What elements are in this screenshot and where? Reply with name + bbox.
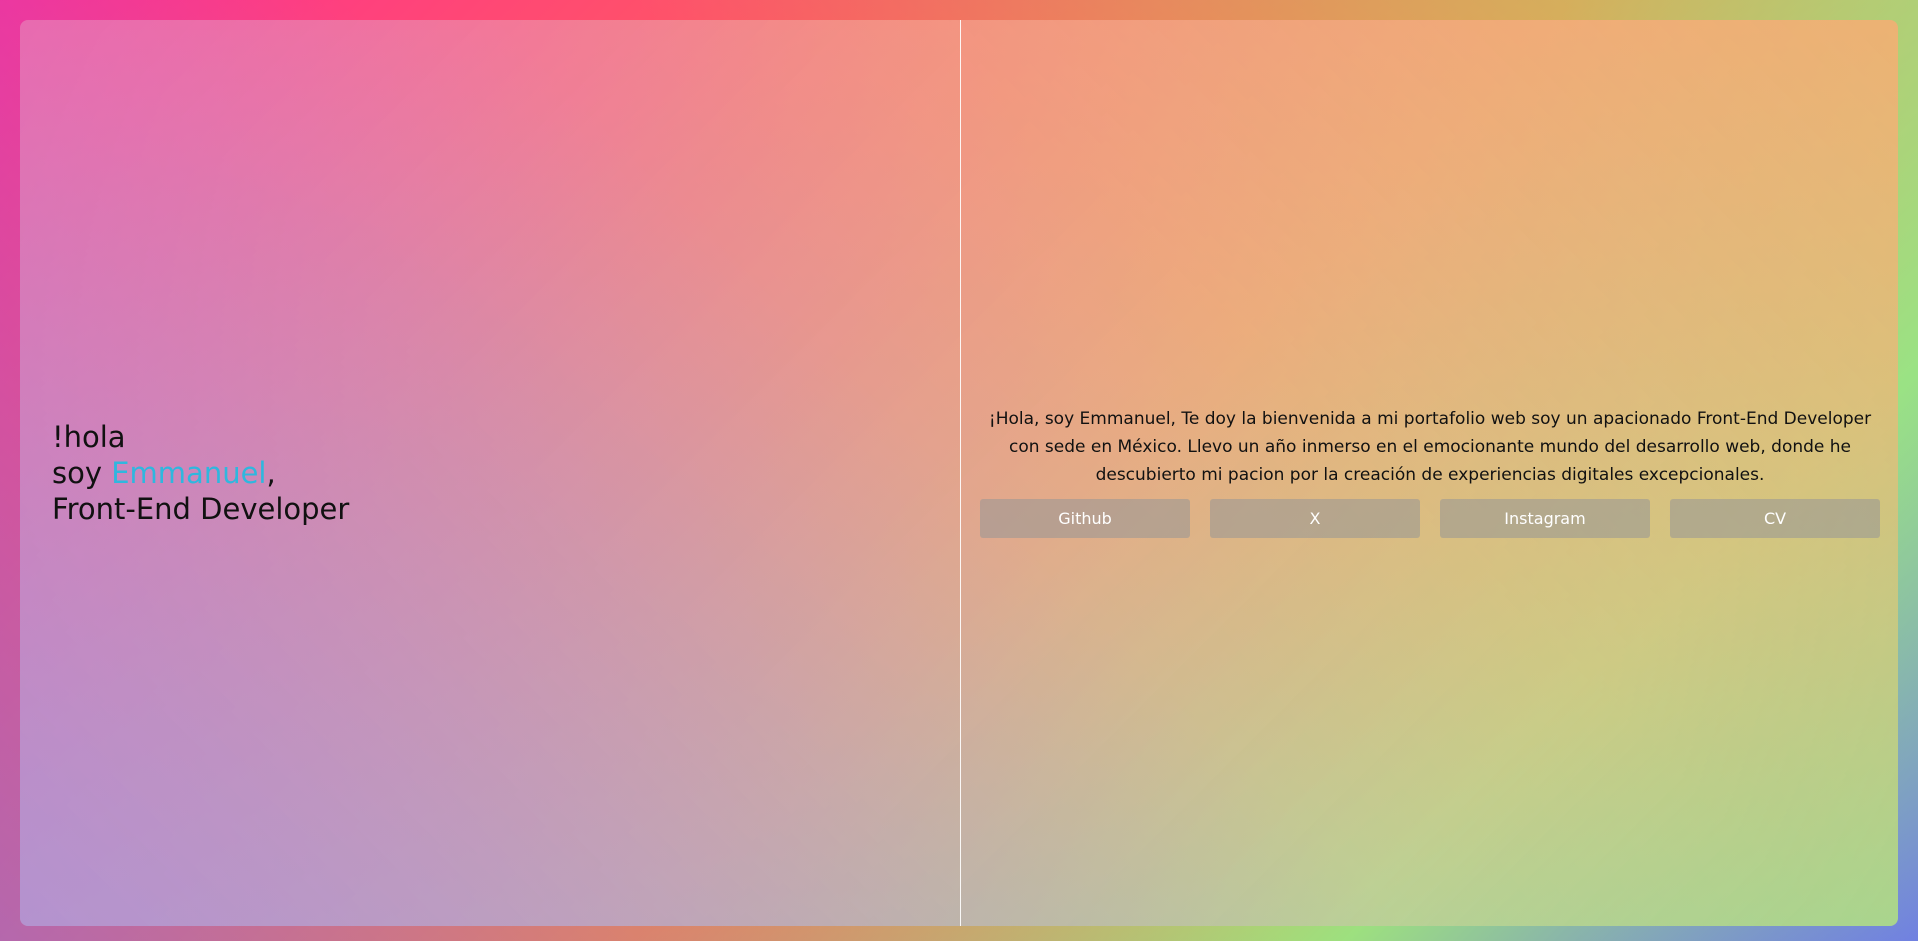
hero-role: Front-End Developer bbox=[52, 492, 350, 526]
hero-name-prefix: soy bbox=[52, 456, 112, 490]
hero-name: Emmanuel bbox=[111, 456, 267, 490]
hero-name-line: soy Emmanuel, bbox=[52, 455, 349, 491]
hero-heading: !hola soy Emmanuel, Front-End Developer bbox=[52, 419, 349, 527]
center-divider bbox=[960, 20, 961, 926]
page-background: !hola soy Emmanuel, Front-End Developer … bbox=[0, 0, 1918, 941]
social-buttons: Github X Instagram CV bbox=[980, 499, 1880, 538]
cv-button[interactable]: CV bbox=[1670, 499, 1880, 538]
hero-name-suffix: , bbox=[266, 456, 276, 490]
instagram-button[interactable]: Instagram bbox=[1440, 499, 1650, 538]
x-button[interactable]: X bbox=[1210, 499, 1420, 538]
intro-section: ¡Hola, soy Emmanuel, Te doy la bienvenid… bbox=[980, 405, 1880, 538]
hero-greeting: !hola bbox=[52, 420, 126, 454]
github-button[interactable]: Github bbox=[980, 499, 1190, 538]
portfolio-card: !hola soy Emmanuel, Front-End Developer … bbox=[20, 20, 1898, 926]
intro-text: ¡Hola, soy Emmanuel, Te doy la bienvenid… bbox=[988, 409, 1872, 485]
